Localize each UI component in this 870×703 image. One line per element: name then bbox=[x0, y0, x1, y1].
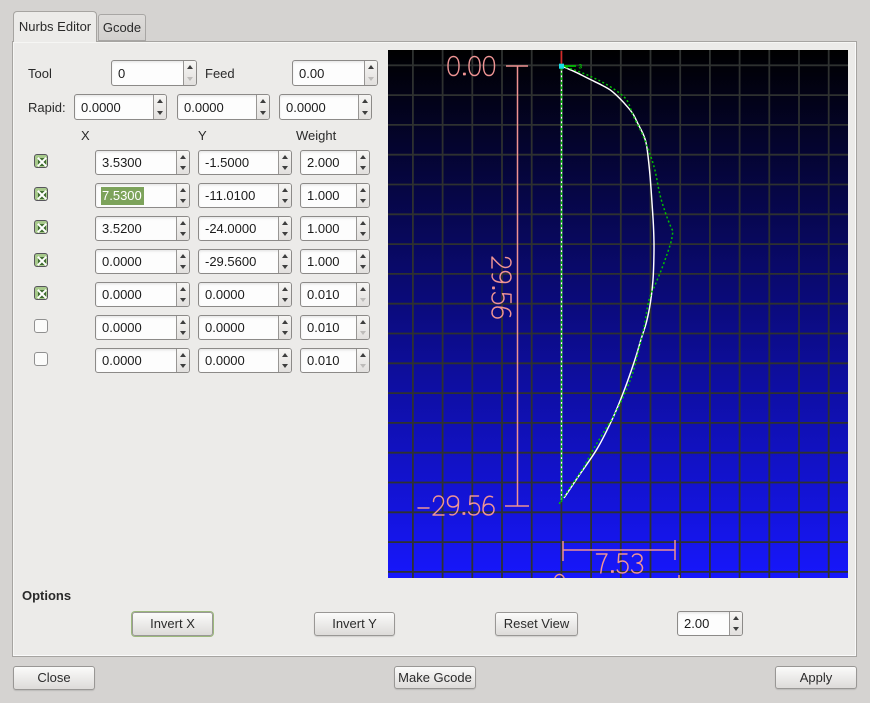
svg-text:3: 3 bbox=[579, 64, 583, 71]
